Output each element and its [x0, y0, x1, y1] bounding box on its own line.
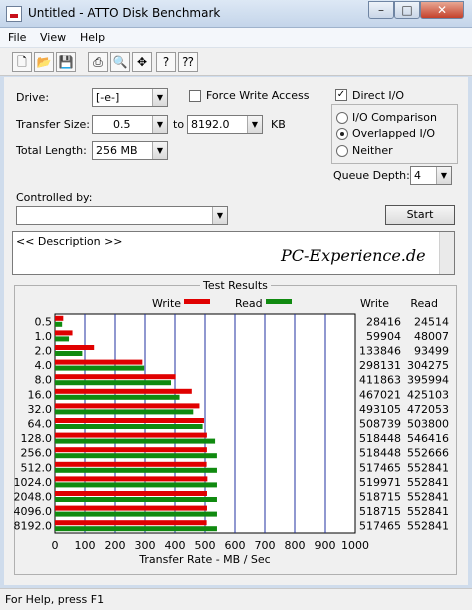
- x-tick-label: 1000: [341, 539, 369, 552]
- bar-read: [55, 336, 70, 342]
- x-tick-label: 100: [75, 539, 96, 552]
- y-tick-label: 128.0: [21, 432, 53, 445]
- bar-write: [55, 403, 200, 409]
- bar-read: [55, 467, 217, 473]
- y-tick-label: 8192.0: [14, 520, 53, 533]
- value-write: 467021: [359, 388, 401, 401]
- bar-read: [55, 409, 194, 415]
- x-tick-label: 200: [105, 539, 126, 552]
- value-write: 508739: [359, 418, 401, 431]
- x-tick-label: 800: [285, 539, 306, 552]
- value-write: 517465: [359, 520, 401, 533]
- bar-write: [55, 388, 192, 394]
- y-tick-label: 0.5: [35, 315, 53, 328]
- x-tick-label: 600: [225, 539, 246, 552]
- legend-read-label: Read: [235, 297, 263, 310]
- bar-read: [55, 438, 216, 444]
- bar-write: [55, 461, 207, 467]
- value-write: 59904: [366, 330, 401, 343]
- bar-read: [55, 380, 172, 386]
- col-header-read: Read: [410, 297, 438, 310]
- status-text: For Help, press F1: [5, 593, 105, 606]
- bar-write: [55, 520, 207, 526]
- bar-write: [55, 418, 205, 423]
- value-write: 518715: [359, 505, 401, 518]
- bar-write: [55, 491, 207, 496]
- value-read: 304275: [407, 359, 449, 372]
- y-tick-label: 1.0: [35, 330, 53, 343]
- y-tick-label: 4096.0: [14, 505, 53, 518]
- value-read: 552841: [407, 476, 449, 489]
- value-read: 395994: [407, 374, 449, 387]
- value-read: 552841: [407, 505, 449, 518]
- value-read: 552841: [407, 491, 449, 504]
- x-tick-label: 900: [315, 539, 336, 552]
- bar-read: [55, 424, 203, 429]
- value-write: 517465: [359, 461, 401, 474]
- legend-write-label: Write: [152, 297, 181, 310]
- value-write: 518715: [359, 491, 401, 504]
- y-tick-label: 512.0: [21, 461, 53, 474]
- y-tick-label: 2048.0: [14, 491, 53, 504]
- bar-read: [55, 511, 217, 517]
- value-write: 133846: [359, 345, 401, 358]
- x-tick-label: 500: [195, 539, 216, 552]
- value-write: 519971: [359, 476, 401, 489]
- value-read: 425103: [407, 388, 449, 401]
- status-bar: For Help, press F1: [0, 588, 472, 610]
- value-read: 472053: [407, 403, 449, 416]
- bar-write: [55, 505, 207, 511]
- bar-write: [55, 359, 143, 365]
- y-tick-label: 2.0: [35, 345, 53, 358]
- value-read: 552666: [407, 447, 449, 460]
- y-tick-label: 4.0: [35, 359, 53, 372]
- x-tick-label: 400: [165, 539, 186, 552]
- col-header-write: Write: [360, 297, 389, 310]
- value-read: 24514: [414, 315, 449, 328]
- bar-read: [55, 482, 217, 488]
- value-read: 552841: [407, 461, 449, 474]
- y-tick-label: 8.0: [35, 374, 53, 387]
- value-read: 93499: [414, 345, 449, 358]
- bar-read: [55, 365, 145, 371]
- x-tick-label: 300: [135, 539, 156, 552]
- y-tick-label: 32.0: [28, 403, 53, 416]
- results-chart: 0 100 200 300 400 500 600 700 800 900 1000 Transfer…: [14, 297, 450, 566]
- bar-write: [55, 374, 176, 380]
- value-read: 503800: [407, 418, 449, 431]
- value-write: 518448: [359, 447, 401, 460]
- bar-read: [55, 351, 83, 356]
- bar-read: [55, 453, 217, 459]
- bar-write: [55, 447, 207, 453]
- value-write: 518448: [359, 432, 401, 445]
- value-write: 28416: [366, 315, 401, 328]
- bar-read: [55, 497, 217, 502]
- x-axis-label: Transfer Rate - MB / Sec: [138, 553, 270, 566]
- y-tick-label: 256.0: [21, 447, 53, 460]
- y-tick-label: 1024.0: [14, 476, 53, 489]
- bar-read: [55, 321, 63, 327]
- value-write: 298131: [359, 359, 401, 372]
- legend-read-swatch: [266, 299, 292, 304]
- x-tick-label: 700: [255, 539, 276, 552]
- value-read: 546416: [407, 432, 449, 445]
- bar-write: [55, 330, 73, 336]
- value-read: 48007: [414, 330, 449, 343]
- bar-write: [55, 432, 207, 438]
- bar-read: [55, 394, 180, 400]
- bar-write: [55, 476, 208, 482]
- legend-write-swatch: [184, 299, 210, 304]
- value-write: 493105: [359, 403, 401, 416]
- x-tick-label: 0: [52, 539, 59, 552]
- value-read: 552841: [407, 520, 449, 533]
- y-tick-label: 16.0: [28, 388, 53, 401]
- value-write: 411863: [359, 374, 401, 387]
- y-tick-label: 64.0: [28, 418, 53, 431]
- bar-write: [55, 345, 95, 350]
- bar-read: [55, 526, 217, 532]
- bar-write: [55, 315, 64, 321]
